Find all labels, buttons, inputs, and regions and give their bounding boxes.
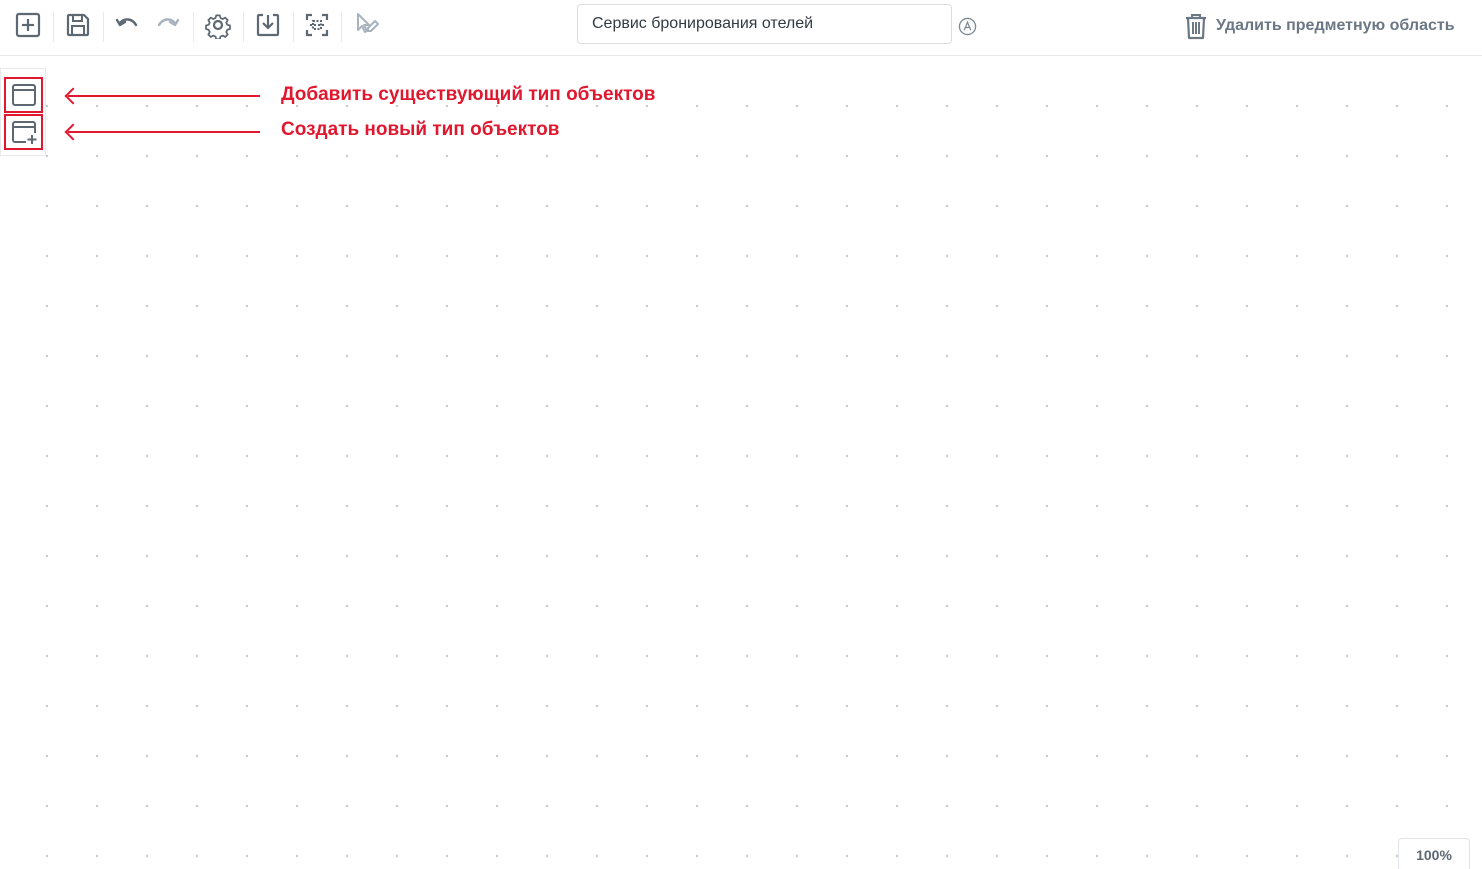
annotation-arrow-add-existing (68, 95, 260, 97)
download-button[interactable] (251, 8, 285, 42)
floppy-disk-icon (66, 13, 90, 37)
gear-icon (205, 14, 231, 39)
editor-page: Удалить предметную область Добавить суще… (0, 0, 1482, 869)
redo-icon (157, 18, 180, 27)
toolbar-separator (193, 12, 194, 42)
delete-domain-button[interactable]: Удалить предметную область (1184, 12, 1455, 40)
circle-a-icon[interactable] (958, 17, 977, 36)
annotation-add-existing: Добавить существующий тип объектов (281, 84, 656, 105)
delete-domain-label: Удалить предметную область (1216, 17, 1455, 34)
add-existing-object-type-button[interactable] (4, 77, 43, 113)
toolbar: Удалить предметную область (0, 0, 1482, 56)
download-icon (256, 13, 280, 37)
window-plus-icon (11, 121, 36, 144)
annotation-create-new: Создать новый тип объектов (281, 119, 560, 140)
window-icon (11, 84, 36, 106)
toolbar-separator (103, 12, 104, 42)
diagram-canvas[interactable] (0, 57, 1482, 869)
trash-icon (1186, 14, 1206, 40)
redo-button[interactable] (151, 8, 185, 42)
fit-view-button[interactable] (300, 8, 334, 42)
toolbar-separator (53, 12, 54, 42)
zoom-indicator[interactable]: 100% (1398, 838, 1470, 869)
pencil-cursor-icon (357, 13, 379, 33)
toolbar-separator (341, 12, 342, 42)
save-button[interactable] (61, 8, 95, 42)
settings-button[interactable] (201, 8, 235, 42)
undo-icon (115, 18, 138, 27)
toolbar-separator (243, 12, 244, 42)
fit-view-icon (305, 13, 329, 37)
object-type-panel (0, 68, 46, 156)
undo-button[interactable] (110, 8, 144, 42)
new-button[interactable] (11, 8, 45, 42)
edit-tool-button[interactable] (350, 8, 384, 42)
annotation-arrow-create-new (68, 131, 260, 133)
domain-title-input[interactable] (577, 4, 952, 44)
toolbar-separator (293, 12, 294, 42)
create-new-object-type-button[interactable] (4, 114, 43, 150)
plus-square-icon (15, 12, 41, 38)
